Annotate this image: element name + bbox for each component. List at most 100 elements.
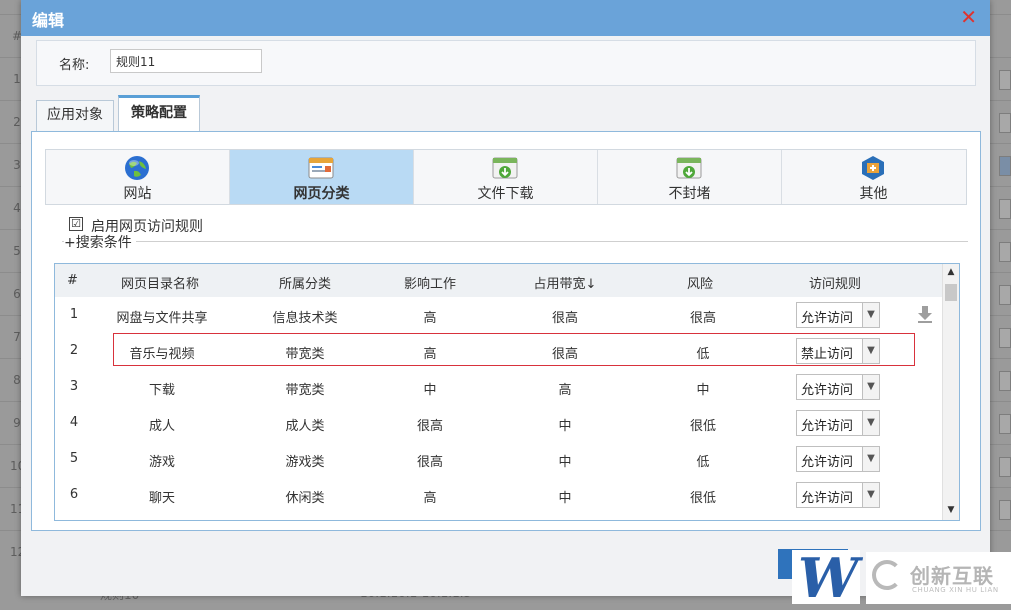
chuangxin-logo-text: 创新互联 (910, 564, 994, 588)
download-arrow-icon[interactable] (917, 305, 933, 323)
bg-checkbox (999, 242, 1011, 262)
edit-dialog: 编辑 ✕ 名称: 应用对象 策略配置 网站 (21, 0, 990, 599)
bg-checkbox (999, 371, 1011, 391)
bg-checkbox (999, 500, 1011, 520)
access-rule-select[interactable]: 允许访问 ▼ (796, 410, 880, 436)
chevron-down-icon: ▼ (862, 411, 879, 435)
table-row: 3 下载 带宽类 中 高 中 允许访问 ▼ (55, 369, 943, 405)
dialog-title: 编辑 (32, 11, 65, 30)
category-website[interactable]: 网站 (46, 150, 230, 204)
row-impact: 中 (423, 383, 437, 398)
row-index: 1 (69, 307, 79, 322)
category-label: 网站 (123, 186, 152, 202)
table-row: 5 游戏 游戏类 很高 中 低 允许访问 ▼ (55, 441, 943, 477)
no-block-icon (676, 157, 702, 179)
category-label: 其他 (859, 186, 888, 202)
column-header-index: # (67, 273, 78, 288)
table-header: # 网页目录名称 所属分类 影响工作 占用带宽↓ 风险 访问规则 (55, 264, 943, 297)
column-header-risk[interactable]: 风险 (665, 273, 735, 292)
table-row: 4 成人 成人类 很高 中 很低 允许访问 ▼ (55, 405, 943, 441)
row-name: 游戏 (148, 455, 175, 470)
row-bandwidth: 很高 (551, 311, 578, 326)
access-rule-select[interactable]: 允许访问 ▼ (796, 482, 880, 508)
chevron-down-icon: ▼ (862, 303, 879, 327)
row-category: 带宽类 (285, 383, 325, 398)
column-header-impact[interactable]: 影响工作 (385, 273, 475, 292)
row-name: 网盘与文件共享 (116, 311, 208, 326)
file-download-icon (492, 157, 518, 179)
bg-checkbox (999, 285, 1011, 305)
chuangxin-logo-pinyin: CHUANG XIN HU LIAN (912, 586, 999, 594)
policy-config-panel: 网站 网页分类 文件下载 不封堵 其他 ☑ 启用网页访问规则 +搜索条件 # 网… (31, 131, 981, 531)
row-impact: 高 (423, 311, 437, 326)
row-risk: 低 (696, 455, 710, 470)
enable-rule-checkbox[interactable]: ☑ (69, 217, 83, 231)
bg-checkbox (999, 113, 1011, 133)
search-divider (62, 241, 968, 242)
row-risk: 中 (696, 383, 710, 398)
row-impact: 高 (423, 491, 437, 506)
select-value: 允许访问 (801, 491, 854, 506)
column-header-name[interactable]: 网页目录名称 (105, 273, 215, 292)
tab-policy-config[interactable]: 策略配置 (118, 95, 200, 135)
row-category: 游戏类 (285, 455, 325, 470)
access-rule-select[interactable]: 允许访问 ▼ (796, 374, 880, 400)
access-rule-select[interactable]: 允许访问 ▼ (796, 302, 880, 328)
row-impact: 很高 (416, 419, 443, 434)
row-risk: 很低 (689, 419, 716, 434)
row-index: 3 (69, 379, 79, 394)
select-value: 允许访问 (801, 419, 854, 434)
w-logo-watermark: W (792, 546, 860, 610)
row-index: 5 (69, 451, 79, 466)
row-name: 下载 (148, 383, 175, 398)
access-rule-select[interactable]: 允许访问 ▼ (796, 446, 880, 472)
name-label: 名称: (59, 58, 90, 73)
row-risk: 很低 (689, 491, 716, 506)
bg-checkbox (999, 457, 1011, 477)
select-value: 允许访问 (801, 455, 854, 470)
name-input[interactable] (110, 49, 262, 73)
chuangxin-logo-icon (872, 560, 902, 590)
column-header-category[interactable]: 所属分类 (255, 273, 355, 292)
bg-checkbox (999, 199, 1011, 219)
web-category-table: # 网页目录名称 所属分类 影响工作 占用带宽↓ 风险 访问规则 1 网盘与文件… (54, 263, 960, 521)
category-other[interactable]: 其他 (782, 150, 965, 204)
chevron-down-icon: ▼ (862, 447, 879, 471)
category-label: 网页分类 (293, 186, 350, 202)
name-panel: 名称: (36, 40, 976, 86)
row-category: 休闲类 (285, 491, 325, 506)
scroll-down-icon[interactable]: ▼ (945, 505, 957, 517)
row-category: 成人类 (285, 419, 325, 434)
bg-checkbox (999, 414, 1011, 434)
row-index: 6 (69, 487, 79, 502)
row-index: 2 (69, 343, 79, 358)
category-label: 不封堵 (668, 186, 711, 202)
table-row: 1 网盘与文件共享 信息技术类 高 很高 很高 允许访问 ▼ (55, 297, 943, 333)
webpage-category-icon (308, 157, 334, 179)
column-header-access-rule: 访问规则 (808, 277, 861, 292)
close-icon[interactable]: ✕ (960, 5, 977, 29)
chuangxin-logo-watermark: 创新互联 CHUANG XIN HU LIAN (866, 552, 1011, 604)
row-bandwidth: 中 (558, 455, 572, 470)
category-no-block[interactable]: 不封堵 (598, 150, 782, 204)
bg-checkbox (999, 328, 1011, 348)
select-value: 允许访问 (801, 311, 854, 326)
column-header-bandwidth[interactable]: 占用带宽↓ (515, 273, 615, 292)
category-file-download[interactable]: 文件下载 (414, 150, 598, 204)
bg-checkbox (999, 70, 1011, 90)
chevron-down-icon: ▼ (862, 483, 879, 507)
row-name: 成人 (148, 419, 175, 434)
tab-application-object[interactable]: 应用对象 (36, 100, 114, 131)
scrollbar-thumb[interactable] (945, 284, 957, 301)
table-scrollbar[interactable]: ▲ ▼ (942, 264, 959, 520)
category-webpage-class[interactable]: 网页分类 (230, 150, 414, 204)
bg-checkbox (999, 156, 1011, 176)
row-bandwidth: 高 (558, 383, 572, 398)
dialog-header: 编辑 ✕ (21, 0, 990, 36)
search-conditions-toggle[interactable]: +搜索条件 (64, 232, 136, 252)
category-strip: 网站 网页分类 文件下载 不封堵 其他 (45, 149, 967, 205)
table-row: 6 聊天 休闲类 高 中 很低 允许访问 ▼ (55, 477, 943, 513)
scroll-up-icon[interactable]: ▲ (945, 267, 957, 279)
chevron-down-icon: ▼ (862, 375, 879, 399)
row-bandwidth: 中 (558, 491, 572, 506)
